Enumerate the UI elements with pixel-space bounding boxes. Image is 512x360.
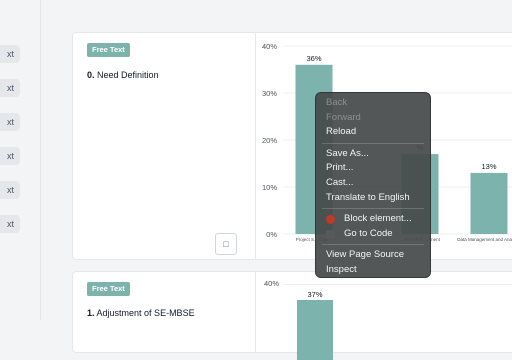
menu-item-label: Block element... (344, 213, 412, 225)
bar-value-label: 36% (306, 54, 321, 63)
y-tick-label: 40% (263, 279, 279, 288)
y-tick-label: 0% (266, 230, 277, 239)
x-tick-label: Data Management and Analysis (457, 237, 512, 242)
question-card: Free Text 1. Adjustment of SE-MBSE 40% 3… (72, 271, 512, 360)
chart-expand-button[interactable]: □ (215, 233, 237, 255)
sidebar-chip[interactable]: xt (0, 113, 20, 131)
y-tick-label: 40% (262, 42, 277, 51)
y-tick-label: 20% (262, 136, 277, 145)
question-text: Need Definition (97, 70, 159, 80)
question-number: 1. (87, 308, 95, 318)
question-title: 0. Need Definition (87, 70, 159, 80)
chart-expand-icon: □ (223, 239, 229, 249)
code-extension-icon (326, 229, 335, 239)
menu-item-view-source[interactable]: View Page Source (316, 248, 430, 263)
gridline (283, 284, 512, 285)
left-sidebar: xt xt xt xt xt xt (0, 0, 41, 320)
sidebar-chip[interactable]: xt (0, 147, 20, 165)
bar (470, 172, 508, 234)
menu-item-inspect[interactable]: Inspect (316, 263, 430, 278)
menu-separator (322, 142, 424, 144)
y-tick-label: 10% (262, 183, 277, 192)
menu-item-forward[interactable]: Forward (316, 111, 430, 126)
menu-item-print[interactable]: Print... (316, 161, 430, 176)
menu-separator (322, 244, 424, 246)
menu-item-save-as[interactable]: Save As... (316, 147, 430, 162)
menu-item-go-to-code[interactable]: Go to Code (316, 227, 430, 242)
menu-item-back[interactable]: Back (316, 96, 430, 111)
sidebar-chip[interactable]: xt (0, 215, 20, 233)
question-card: Free Text 0. Need Definition □ 40% 30% 20%… (72, 32, 512, 260)
menu-item-block-element[interactable]: Block element... (316, 212, 430, 227)
bar-value-label: 13% (481, 162, 496, 171)
question-title: 1. Adjustment of SE-MBSE (87, 308, 195, 318)
y-tick-label: 30% (262, 89, 277, 98)
question-text: Adjustment of SE-MBSE (96, 308, 195, 318)
question-type-badge: Free Text (87, 282, 130, 296)
ublock-icon (326, 215, 335, 225)
menu-separator (322, 208, 424, 210)
menu-item-reload[interactable]: Reload (316, 125, 430, 140)
menu-item-label: Go to Code (344, 227, 393, 239)
context-menu: Back Forward Reload Save As... Print... … (315, 92, 431, 278)
bar-value-label: 37% (307, 290, 323, 299)
menu-item-translate[interactable]: Translate to English (316, 191, 430, 206)
bar (297, 300, 333, 360)
sidebar-chip[interactable]: xt (0, 79, 20, 97)
sidebar-chip[interactable]: xt (0, 181, 20, 199)
sidebar-chip[interactable]: xt (0, 45, 20, 63)
question-number: 0. (87, 70, 95, 80)
menu-item-cast[interactable]: Cast... (316, 176, 430, 191)
question-type-badge: Free Text (87, 43, 130, 57)
